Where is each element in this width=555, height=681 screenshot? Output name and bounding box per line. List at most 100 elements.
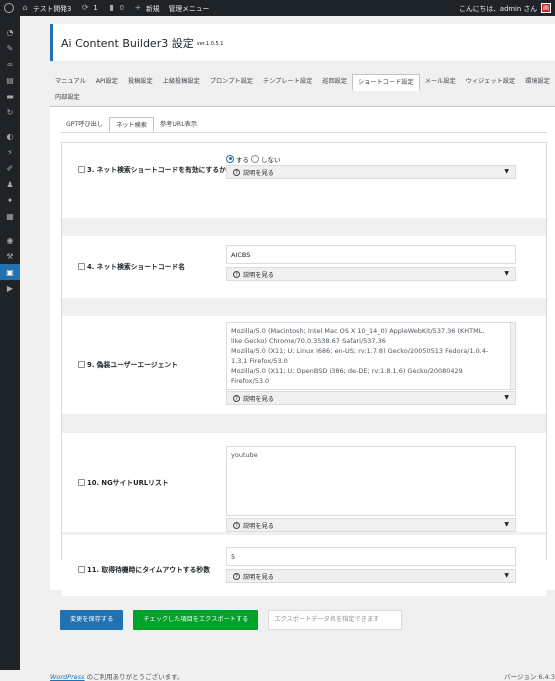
action-bar: 変更を保存する チェックした項目をエクスポートする エクスポートデータ名を指定で… [50,600,555,640]
setting-row-4: 4. ネット検索ショートコード名 AICBS ? 説明を見る ▼ [62,236,546,298]
shortcode-name-input[interactable]: AICBS [226,245,516,264]
user-circle-icon[interactable]: ◉ [0,232,20,248]
tab-widget[interactable]: ウィジェット設定 [461,74,521,90]
radio-no-label: しない [261,155,281,164]
setting-row-9: 9. 偽装ユーザーエージェント Mozilla/5.0 (Macintosh; … [62,316,546,414]
textarea-scrollbar[interactable] [510,323,515,389]
setting-11-control: 5 ? 説明を見る ▼ [226,547,516,583]
help-label: 説明を見る [243,271,274,279]
setting-11-checkbox[interactable] [78,565,85,573]
setting-3-label: 3. ネット検索ショートコードを有効にするか [78,164,226,174]
tab-prompt[interactable]: プロンプト設定 [205,74,258,90]
tab-shortcode[interactable]: ショートコード設定 [352,74,420,91]
user-agent-textarea[interactable]: Mozilla/5.0 (Macintosh; Intel Mac OS X 1… [226,322,516,390]
radio-no[interactable] [251,154,259,163]
refresh-icon[interactable]: ↻ [0,104,20,120]
appearance-icon[interactable]: ◐ [0,128,20,144]
ai-content-builder-icon[interactable]: ▣ [0,264,20,280]
triangle-down-icon: ▼ [504,270,509,277]
tools-pin-icon[interactable]: ✐ [0,160,20,176]
setting-9-text: 9. 偽装ユーザーエージェント [87,361,178,369]
setting-3-control: する しない ? 説明を見る ▼ [226,153,516,179]
setting-4-help[interactable]: ? 説明を見る ▼ [226,267,516,281]
setting-row-3: 3. ネット検索ショートコードを有効にするか する しない ? 説明を見る ▼ [62,143,546,218]
settings-panel: GPT呼び出し ネット検索 参考URL表示 3. ネット検索ショートコードを有効… [50,107,555,596]
setting-4-label: 4. ネット検索ショートコード名 [78,261,185,271]
setting-11-help[interactable]: ? 説明を見る ▼ [226,569,516,583]
wordpress-link[interactable]: WordPress [50,673,85,681]
adminbar-updates[interactable]: ⟳ 1 [80,3,98,13]
greeting: こんにちは、admin さん [459,5,537,13]
setting-10-control: youtube ? 説明を見る ▼ [226,446,516,532]
triangle-down-icon: ▼ [504,394,509,401]
avatar: 画 [541,3,551,13]
tab-patrol[interactable]: 巡回設定 [317,74,352,90]
setting-9-checkbox[interactable] [78,360,85,368]
pages-icon[interactable]: ▤ [0,72,20,88]
users-icon[interactable]: ♟ [0,176,20,192]
timeout-seconds-input[interactable]: 5 [226,547,516,566]
settings-table: 3. ネット検索ショートコードを有効にするか する しない ? 説明を見る ▼ [61,142,547,596]
dashboard-icon[interactable]: ◔ [0,24,20,40]
tab-template[interactable]: テンプレート設定 [258,74,317,90]
link-icon[interactable]: ∞ [0,56,20,72]
settings-tabs: マニュアル API設定 投稿設定 上級投稿設定 プロンプト設定 テンプレート設定… [50,74,555,107]
footer-thanks-text: のご利用ありがとうございます。 [84,673,184,681]
tab-environment[interactable]: 環境設定 [520,74,555,90]
radio-yes-label: する [236,155,249,164]
subtab-net-search[interactable]: ネット検索 [109,117,154,132]
export-button[interactable]: チェックした項目をエクスポートする [133,610,259,630]
setting-3-checkbox[interactable] [78,165,85,173]
tab-internal[interactable]: 内部設定 [50,90,85,106]
ua-line: 1.3.1 Firefox/53.0 [231,357,288,365]
plugins-icon[interactable]: ⚡ [0,144,20,160]
tab-api[interactable]: API設定 [91,74,123,90]
comments-icon[interactable]: ▬ [0,88,20,104]
ua-line: like Gecko) Chrome/70.0.3538.67 Safari/5… [231,337,386,345]
setting-9-help[interactable]: ? 説明を見る ▼ [226,391,516,405]
new-label: 新規 [145,5,160,13]
save-button[interactable]: 変更を保存する [60,610,124,630]
setting-10-help[interactable]: ? 説明を見る ▼ [226,518,516,532]
tab-manual[interactable]: マニュアル [50,74,91,90]
adminbar-comments[interactable]: ▮ 0 [107,3,124,13]
tab-mail[interactable]: メール設定 [420,74,461,90]
tab-advanced-post[interactable]: 上級投稿設定 [158,74,205,90]
radio-yes[interactable] [226,154,234,163]
updates-icon: ⟳ [81,3,89,12]
wordpress-logo-icon[interactable] [4,3,14,13]
setting-4-checkbox[interactable] [78,262,85,270]
setting-10-label: 10. NGサイトURLリスト [78,477,169,487]
setting-row-10: 10. NGサイトURLリスト youtube ? 説明を見る ▼ [62,433,546,532]
subtab-reference-url[interactable]: 参考URL表示 [154,117,203,132]
question-circle-icon: ? [233,572,240,580]
sub-tabs: GPT呼び出し ネット検索 参考URL表示 [60,117,547,133]
adminbar-home[interactable]: ⌂ テスト開発3 [20,3,71,13]
ua-line: Firefox/53.0 [231,377,270,385]
main-content: Ai Content Builder3 設定 ver.1.0.5.1 マニュアル… [20,16,555,681]
triangle-down-icon: ▼ [504,168,509,175]
setting-4-text: 4. ネット検索ショートコード名 [87,263,186,271]
export-name-input[interactable]: エクスポートデータ名を指定できます [268,610,403,630]
adminbar-new[interactable]: + 新規 [133,3,160,13]
wrench-icon[interactable]: ✦ [0,192,20,208]
setting-10-checkbox[interactable] [78,478,85,486]
tools-icon[interactable]: ⚒ [0,248,20,264]
page-title: Ai Content Builder3 設定 [61,36,194,50]
play-circle-icon[interactable]: ▶ [0,280,20,296]
subtab-gpt-call[interactable]: GPT呼び出し [60,117,109,132]
ng-url-text: youtube [231,451,258,459]
help-label: 説明を見る [243,522,274,530]
triangle-down-icon: ▼ [504,521,509,528]
pin-icon[interactable]: ✎ [0,40,20,56]
adminbar-account[interactable]: こんにちは、admin さん 画 [459,0,551,16]
version-label: ver.1.0.5.1 [196,41,224,47]
question-circle-icon: ? [233,394,240,402]
adminbar-admin-menu[interactable]: 管理メニュー [169,3,210,13]
setting-3-help[interactable]: ? 説明を見る ▼ [226,165,516,179]
ng-site-url-textarea[interactable]: youtube [226,446,516,516]
settings-grid-icon[interactable]: ▦ [0,208,20,224]
setting-row-11: 11. 取得待機時にタイムアウトする秒数 5 ? 説明を見る ▼ [62,535,546,596]
setting-3-text: 3. ネット検索ショートコードを有効にするか [87,166,226,174]
tab-post[interactable]: 投稿設定 [123,74,158,90]
